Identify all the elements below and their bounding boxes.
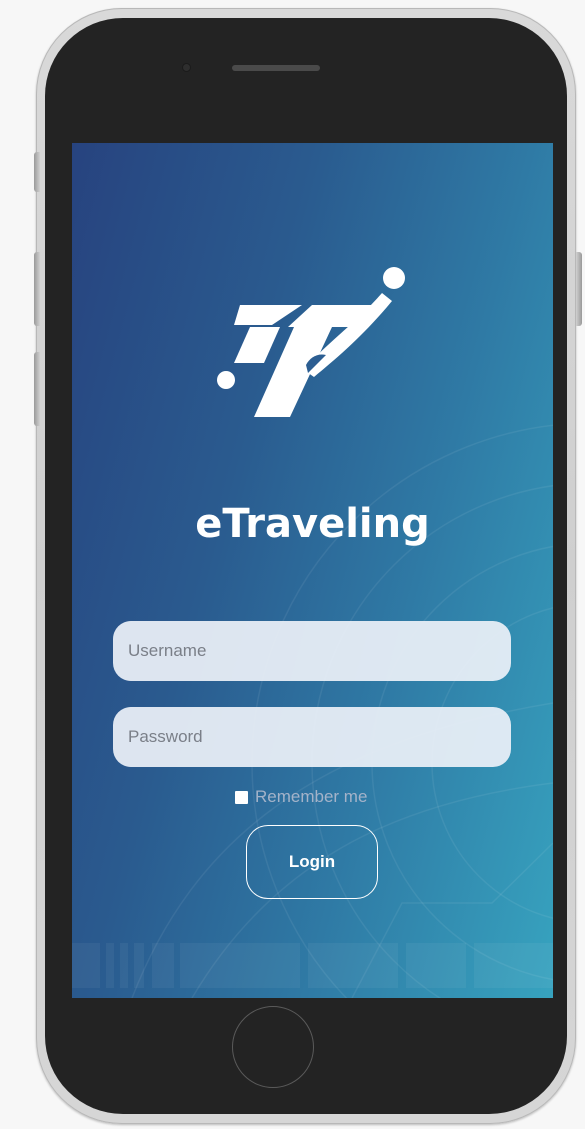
- password-field-container: [113, 707, 511, 767]
- power-button: [576, 252, 582, 326]
- home-button[interactable]: [232, 1006, 314, 1088]
- camera-icon: [183, 64, 190, 71]
- remember-me-row[interactable]: Remember me: [235, 787, 367, 807]
- silent-switch: [34, 152, 40, 192]
- username-input[interactable]: [113, 621, 511, 681]
- remember-me-checkbox[interactable]: [235, 790, 248, 804]
- app-name-title: eTraveling: [195, 501, 430, 547]
- etraveling-logo-icon: [217, 267, 405, 417]
- password-input[interactable]: [113, 707, 511, 767]
- remember-me-label: Remember me: [255, 787, 368, 806]
- login-button[interactable]: Login: [246, 825, 378, 899]
- volume-up-button: [34, 252, 40, 326]
- volume-down-button: [34, 352, 40, 426]
- speaker-icon: [232, 65, 320, 71]
- app-screen: eTraveling Remember me Login: [72, 143, 553, 998]
- username-field-container: [113, 621, 511, 681]
